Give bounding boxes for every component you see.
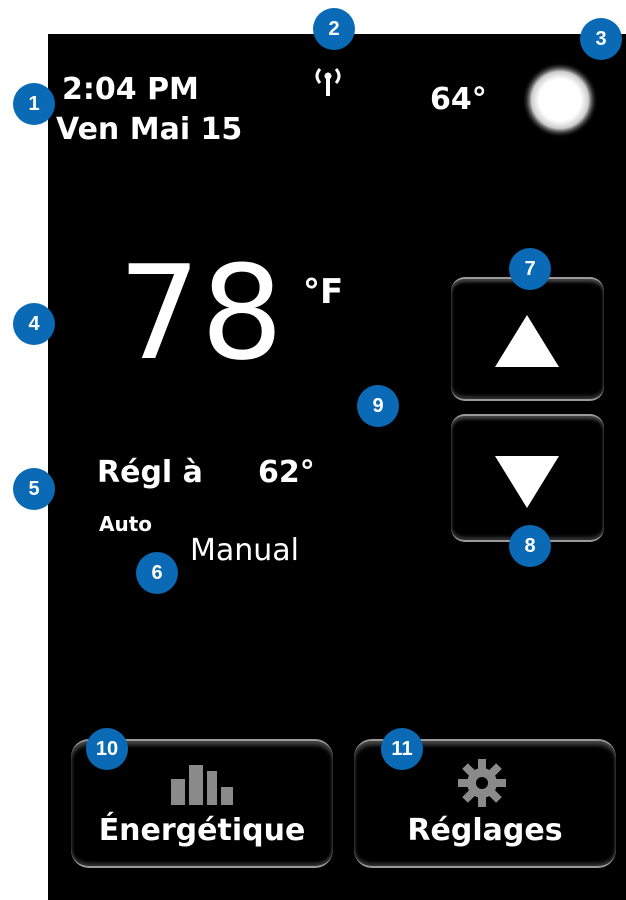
energy-button-label: Énergétique [98,813,306,848]
callout-badge-10: 10 [86,728,128,770]
clock-time: 2:04 PM [62,72,199,107]
callout-badge-9: 9 [357,385,399,427]
increase-temperature-button[interactable] [451,277,604,401]
callout-badge-4: 4 [13,303,55,345]
callout-badge-5: 5 [13,468,55,510]
settings-button-label: Réglages [407,813,563,848]
current-temperature: 78 [118,237,284,389]
outdoor-temperature: 64° [430,82,487,117]
decrease-temperature-button[interactable] [451,414,604,542]
temperature-unit: °F [303,272,344,312]
up-arrow-icon [495,315,559,367]
bar-chart-icon [171,765,233,805]
callout-badge-8: 8 [509,525,551,567]
manual-mode-callout-label: Manual [190,533,300,568]
setpoint-label: Régl à [97,455,203,490]
wireless-signal-icon [315,68,341,96]
callout-badge-7: 7 [509,248,551,290]
callout-badge-11: 11 [381,728,423,770]
setpoint-value: 62° [258,455,315,490]
callout-badge-3: 3 [580,18,622,60]
sun-icon [522,62,598,138]
current-date: Ven Mai 15 [56,112,243,147]
gear-icon [458,759,506,807]
callout-badge-6: 6 [136,552,178,594]
mode-label[interactable]: Auto [99,512,152,536]
down-arrow-icon [495,456,559,508]
callout-badge-2: 2 [313,8,355,50]
callout-badge-1: 1 [13,83,55,125]
